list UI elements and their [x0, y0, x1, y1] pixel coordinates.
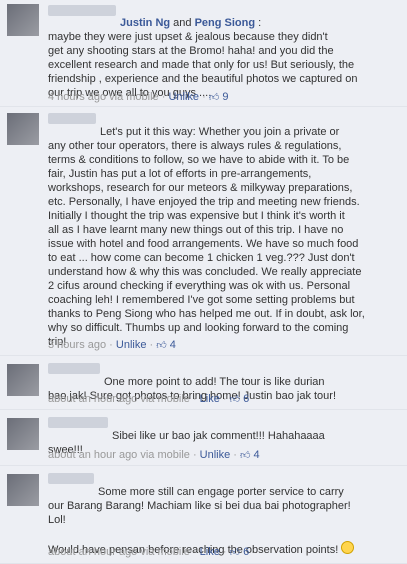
- author-name-blurred[interactable]: [48, 113, 96, 124]
- separator: ·: [106, 339, 116, 351]
- comment-text: Let's put it this way: Whether you join …: [48, 107, 399, 349]
- separator: ·: [219, 546, 230, 558]
- author-name-blurred[interactable]: [48, 5, 116, 16]
- avatar[interactable]: [7, 364, 39, 396]
- timestamp[interactable]: about an hour ago via mobile: [48, 449, 190, 461]
- comment-body: Some more still can engage porter servic…: [48, 466, 399, 558]
- separator: ·: [230, 449, 241, 461]
- separator: ·: [146, 339, 157, 351]
- comment-body: One more point to add! The tour is like …: [48, 356, 399, 405]
- comment-body: Sibei like ur bao jak comment!!! Hahahaa…: [48, 410, 399, 461]
- separator: ·: [219, 393, 230, 405]
- comment-meta: 3 hours ago · Unlike · 👍︎ 4: [48, 339, 176, 351]
- avatar[interactable]: [7, 474, 39, 506]
- smiley-icon: [341, 541, 355, 554]
- comment-body: Let's put it this way: Whether you join …: [48, 107, 399, 351]
- timestamp[interactable]: 3 hours ago: [48, 339, 106, 351]
- separator: ·: [158, 91, 169, 103]
- comment-message: maybe they were just upset & jealous bec…: [48, 31, 358, 99]
- author-name-blurred[interactable]: [48, 417, 108, 428]
- like-count-value: 6: [243, 393, 250, 405]
- like-link[interactable]: Like: [200, 393, 220, 405]
- comment: Sibei like ur bao jak comment!!! Hahahaa…: [0, 410, 407, 466]
- author-name-blurred[interactable]: [48, 363, 100, 374]
- like-count[interactable]: 👍︎ 9: [209, 91, 229, 103]
- unlike-link[interactable]: Unlike: [116, 339, 147, 351]
- comment-text: Some more still can engage porter servic…: [48, 466, 399, 557]
- comment-body: Justin Ng and Peng Siong : maybe they we…: [48, 0, 399, 106]
- like-count[interactable]: 👍︎ 6: [230, 546, 250, 558]
- thumbs-up-icon: 👍︎: [240, 450, 251, 461]
- comment-list: Justin Ng and Peng Siong : maybe they we…: [0, 0, 407, 564]
- avatar[interactable]: [7, 4, 39, 36]
- like-count[interactable]: 👍︎ 4: [240, 449, 260, 461]
- avatar[interactable]: [7, 418, 39, 450]
- separator: ·: [199, 91, 209, 103]
- comment-meta: about an hour ago via mobile · Like · 👍︎…: [48, 546, 249, 558]
- comment-meta: about an hour ago via mobile · Like · 👍︎…: [48, 393, 249, 405]
- comment: Some more still can engage porter servic…: [0, 466, 407, 564]
- unlike-link[interactable]: Unlike: [200, 449, 231, 461]
- like-count-value: 4: [169, 339, 176, 351]
- comment: Let's put it this way: Whether you join …: [0, 107, 407, 356]
- separator: ·: [189, 546, 200, 558]
- thumbs-up-icon: 👍︎: [229, 394, 241, 405]
- author-name-blurred[interactable]: [48, 473, 94, 484]
- like-count-value: 6: [243, 546, 250, 558]
- mention-conjunction: and: [170, 17, 195, 29]
- timestamp[interactable]: about an hour ago via mobile: [48, 546, 190, 558]
- separator: ·: [189, 393, 200, 405]
- like-link[interactable]: Like: [200, 546, 220, 558]
- thumbs-up-icon: 👍︎: [156, 340, 167, 351]
- mention-suffix: :: [255, 17, 262, 29]
- like-count-value: 9: [222, 91, 229, 103]
- comment-meta: 4 hours ago via mobile · Unlike · 👍︎ 9: [48, 91, 228, 103]
- timestamp[interactable]: 4 hours ago via mobile: [48, 91, 159, 103]
- timestamp[interactable]: about an hour ago via mobile: [48, 393, 190, 405]
- separator: ·: [189, 449, 200, 461]
- mention-justin[interactable]: Justin Ng: [120, 17, 170, 29]
- comment: Justin Ng and Peng Siong : maybe they we…: [0, 0, 407, 107]
- unlike-link[interactable]: Unlike: [168, 91, 199, 103]
- thumbs-up-icon: 👍︎: [208, 92, 220, 103]
- thumbs-up-icon: 👍︎: [229, 547, 241, 558]
- like-count-value: 4: [253, 449, 260, 461]
- like-count[interactable]: 👍︎ 4: [156, 339, 176, 351]
- comment-meta: about an hour ago via mobile · Unlike · …: [48, 449, 260, 461]
- comment: One more point to add! The tour is like …: [0, 356, 407, 410]
- avatar[interactable]: [7, 113, 39, 145]
- mention-peng-siong[interactable]: Peng Siong: [195, 17, 256, 29]
- comment-message: Let's put it this way: Whether you join …: [48, 126, 365, 348]
- like-count[interactable]: 👍︎ 6: [230, 393, 250, 405]
